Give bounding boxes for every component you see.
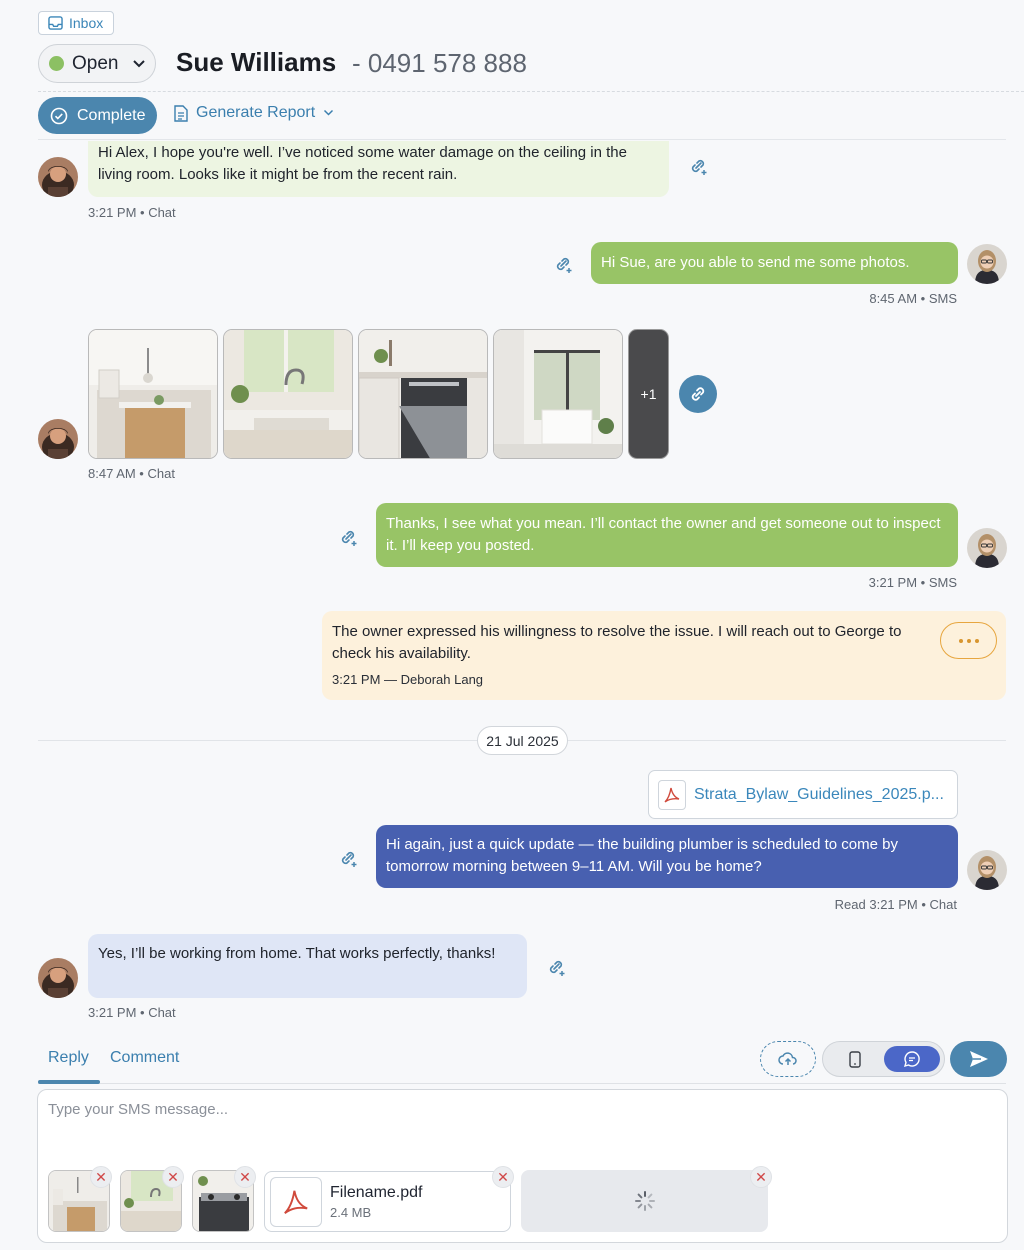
- message-meta: 8:47 AM • Chat: [88, 466, 175, 481]
- link-plus-icon[interactable]: [552, 253, 574, 275]
- remove-attachment-button[interactable]: ✕: [750, 1166, 772, 1188]
- status-label: Open: [72, 52, 119, 74]
- link-icon: [691, 387, 705, 401]
- message-meta: 3:21 PM • SMS: [868, 575, 957, 590]
- chat-bubble-icon: [903, 1051, 920, 1068]
- file-size: 2.4 MB: [330, 1204, 372, 1220]
- chevron-down-icon: [324, 109, 334, 116]
- attachment-chip[interactable]: Strata_Bylaw_Guidelines_2025.p...: [648, 770, 958, 819]
- tab-comment[interactable]: Comment: [110, 1049, 179, 1067]
- uploading-file-card: [521, 1170, 768, 1232]
- sms-channel-button[interactable]: [837, 1046, 873, 1072]
- photo-thumbnail[interactable]: [493, 329, 623, 459]
- status-dot: [49, 56, 64, 71]
- more-options-button[interactable]: [940, 622, 997, 659]
- message-meta: 3:21 PM • Chat: [88, 1005, 176, 1020]
- chevron-down-icon: [133, 59, 146, 67]
- complete-label: Complete: [77, 106, 146, 124]
- contact-avatar: [38, 419, 78, 459]
- message-bubble: Hi again, just a quick update — the buil…: [376, 825, 958, 888]
- remove-attachment-button[interactable]: ✕: [234, 1166, 256, 1188]
- message-bubble: Thanks, I see what you mean. I’ll contac…: [376, 503, 958, 567]
- message-bubble: Hi Alex, I hope you're well. I’ve notice…: [88, 141, 669, 197]
- agent-avatar: [967, 244, 1007, 284]
- date-divider: 21 Jul 2025: [477, 726, 568, 755]
- toolbar-divider: [38, 139, 1006, 140]
- comment-meta: 3:21 PM — Deborah Lang: [332, 672, 484, 687]
- comment-text: The owner expressed his willingness to r…: [332, 623, 902, 662]
- contact-phone: - 0491 578 888: [352, 48, 527, 78]
- phone-icon: [849, 1050, 861, 1068]
- message-placeholder: Type your SMS message...: [48, 1101, 229, 1118]
- contact-name: Sue Williams: [176, 47, 337, 77]
- link-button[interactable]: [679, 375, 717, 413]
- message-meta: 3:21 PM • Chat: [88, 205, 176, 220]
- remove-attachment-button[interactable]: ✕: [162, 1166, 184, 1188]
- photo-thumbnail[interactable]: [223, 329, 353, 459]
- file-name: Filename.pdf: [330, 1183, 423, 1201]
- send-icon: [969, 1051, 988, 1067]
- send-button[interactable]: [950, 1041, 1007, 1077]
- remove-attachment-button[interactable]: ✕: [90, 1166, 112, 1188]
- complete-button[interactable]: Complete: [38, 97, 157, 134]
- header-divider: [38, 91, 1024, 92]
- attachment-filename: Strata_Bylaw_Guidelines_2025.p...: [694, 785, 944, 803]
- contact-avatar: [38, 157, 78, 197]
- generate-report-label: Generate Report: [196, 104, 316, 121]
- inbox-icon: [48, 16, 63, 30]
- document-icon: [174, 104, 188, 122]
- agent-avatar: [967, 850, 1007, 890]
- chat-channel-button[interactable]: [884, 1046, 940, 1072]
- inbox-chip[interactable]: Inbox: [38, 11, 114, 35]
- message-meta: 8:45 AM • SMS: [869, 291, 957, 306]
- cloud-upload-icon: [778, 1052, 797, 1065]
- link-plus-icon[interactable]: [337, 526, 359, 548]
- more-photos-count[interactable]: +1: [628, 329, 669, 459]
- active-tab-indicator: [38, 1080, 100, 1084]
- photo-thumbnail[interactable]: [358, 329, 488, 459]
- comment-bubble: The owner expressed his willingness to r…: [322, 611, 1006, 700]
- pdf-icon: [658, 779, 686, 810]
- photo-thumbnail[interactable]: [88, 329, 218, 459]
- upload-button[interactable]: [760, 1041, 816, 1077]
- contact-avatar: [38, 958, 78, 998]
- status-dropdown[interactable]: Open: [38, 44, 156, 83]
- message-bubble: Yes, I’ll be working from home. That wor…: [88, 934, 527, 998]
- loading-spinner-icon: [634, 1191, 655, 1211]
- pdf-icon: [270, 1176, 322, 1227]
- message-bubble: Hi Sue, are you able to send me some pho…: [591, 242, 958, 284]
- message-meta: Read 3:21 PM • Chat: [834, 897, 957, 912]
- link-plus-icon[interactable]: [687, 155, 709, 177]
- generate-report-button[interactable]: Generate Report: [174, 104, 334, 122]
- tab-reply[interactable]: Reply: [48, 1049, 89, 1067]
- inbox-label: Inbox: [69, 15, 104, 31]
- remove-attachment-button[interactable]: ✕: [492, 1166, 514, 1188]
- link-plus-icon[interactable]: [545, 956, 567, 978]
- link-plus-icon[interactable]: [337, 847, 359, 869]
- composer-divider: [38, 1083, 1006, 1084]
- agent-avatar: [967, 528, 1007, 568]
- attached-file-card[interactable]: Filename.pdf 2.4 MB: [264, 1171, 511, 1232]
- check-circle-icon: [50, 107, 68, 124]
